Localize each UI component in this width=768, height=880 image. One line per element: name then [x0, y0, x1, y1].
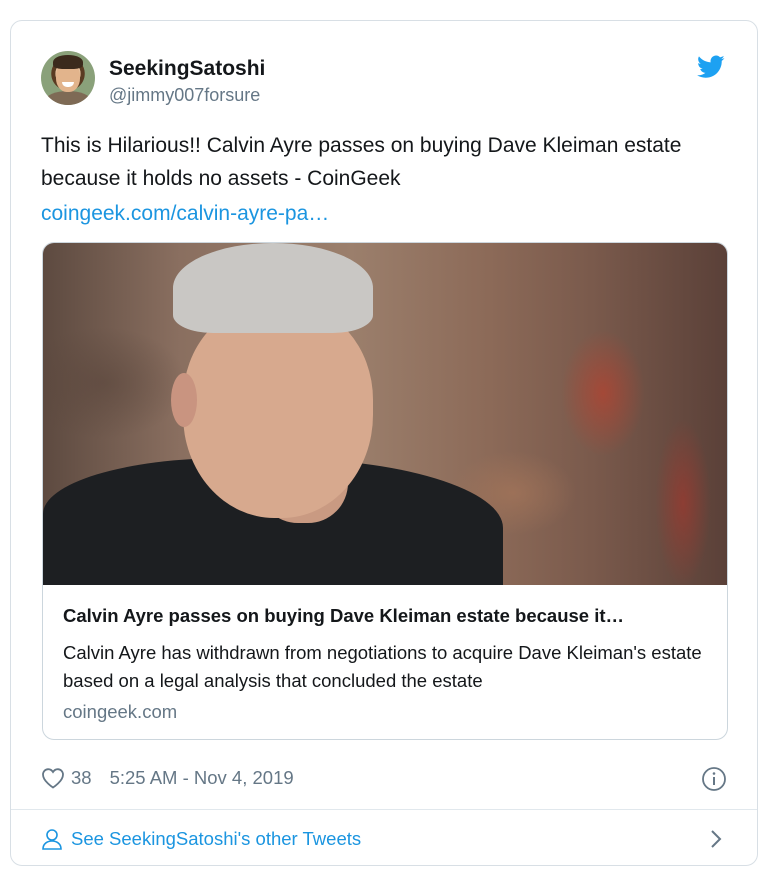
card-domain: coingeek.com [63, 701, 178, 722]
link-card[interactable]: Calvin Ayre passes on buying Dave Kleima… [42, 242, 728, 740]
timestamp[interactable]: 5:25 AM - Nov 4, 2019 [110, 767, 294, 789]
see-other-tweets-link[interactable]: See SeekingSatoshi's other Tweets [41, 821, 727, 857]
tweet-meta: 38 5:25 AM - Nov 4, 2019 [41, 765, 294, 791]
card-description: Calvin Ayre has withdrawn from negotiati… [63, 642, 702, 691]
chevron-right-icon[interactable] [709, 828, 723, 850]
user-handle[interactable]: @jimmy007forsure [109, 85, 260, 106]
tweet-link[interactable]: coingeek.com/calvin-ayre-pa… [41, 197, 329, 230]
card-image[interactable] [43, 243, 727, 585]
like-count[interactable]: 38 [71, 767, 92, 789]
avatar[interactable] [41, 51, 95, 105]
person-icon [42, 829, 62, 850]
heart-icon[interactable] [41, 767, 65, 789]
info-icon[interactable] [701, 766, 727, 792]
tweet-header: SeekingSatoshi @jimmy007forsure [41, 51, 727, 107]
divider [11, 809, 757, 810]
user-name[interactable]: SeekingSatoshi [109, 57, 265, 81]
tweet-embed: SeekingSatoshi @jimmy007forsure This is … [10, 20, 758, 866]
tweet-text: This is Hilarious!! Calvin Ayre passes o… [41, 134, 682, 190]
see-other-tweets-label[interactable]: See SeekingSatoshi's other Tweets [71, 828, 361, 850]
twitter-bird-icon[interactable] [697, 55, 725, 79]
card-title[interactable]: Calvin Ayre passes on buying Dave Kleima… [63, 605, 709, 627]
